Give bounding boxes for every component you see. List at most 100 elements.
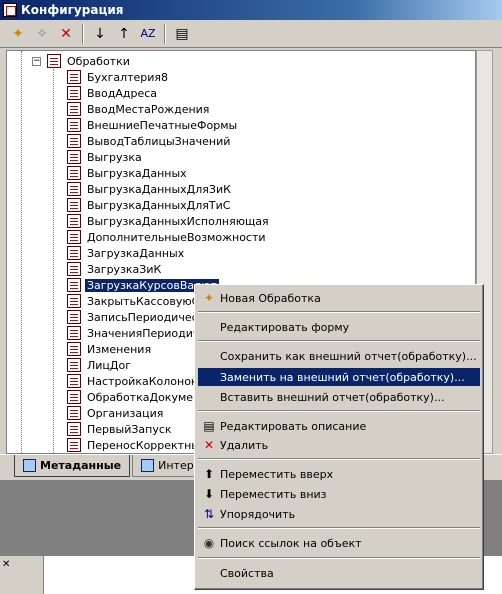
folder-icon <box>47 54 61 68</box>
menu-item[interactable]: ✦ Новая Обработка <box>198 289 480 307</box>
tree-node[interactable]: ВыгрузкаДанныхДляТиС <box>67 197 232 213</box>
menu-item[interactable]: ▤ Редактировать описание <box>198 417 480 435</box>
tree-guide <box>53 69 54 453</box>
processing-icon <box>67 374 81 388</box>
tree-node[interactable]: ВводМестаРождения <box>67 101 211 117</box>
tree-node-label: ВыгрузкаДанныхДляЗиК <box>87 182 231 196</box>
arrow-down-icon[interactable]: ↓ <box>90 24 110 44</box>
tree-node[interactable]: ДополнительныеВозможности <box>67 229 268 245</box>
app-icon <box>3 3 17 17</box>
tree-node[interactable]: ЗаписьПериодическ <box>67 309 206 325</box>
collapse-toggle[interactable]: − <box>32 57 41 66</box>
tree-node[interactable]: ОбработкаДокумент <box>67 389 209 405</box>
menu-separator <box>198 458 480 460</box>
menu-separator <box>198 527 480 529</box>
tree-node-label: ЗаписьПериодическ <box>87 310 205 324</box>
processing-icon <box>67 294 81 308</box>
menu-item-label: Переместить вверх <box>220 467 334 481</box>
tree-node[interactable]: ВыгрузкаДанных <box>67 165 189 181</box>
menu-item[interactable]: ⇅ Упорядочить <box>198 505 480 523</box>
processing-icon <box>67 422 81 436</box>
processing-icon <box>67 310 81 324</box>
menu-item-label: Удалить <box>220 438 269 452</box>
menu-separator <box>198 340 480 342</box>
menu-item-label: Переместить вниз <box>220 487 327 501</box>
arrow-up-icon: ⬆ <box>203 467 215 481</box>
tree-node[interactable]: Организация <box>67 405 165 421</box>
properties-icon[interactable]: ▤ <box>172 24 192 44</box>
tree-node-label: ВыгрузкаДанныхДляТиС <box>87 198 231 212</box>
menu-item[interactable]: Свойства <box>198 564 480 582</box>
context-menu: ✦ Новая Обработка Редактировать форму Сохра… <box>194 284 484 590</box>
tree-node-label: ВыгрузкаДанных <box>87 166 187 180</box>
menu-item[interactable]: ◉ Поиск ссылок на объект <box>198 534 480 552</box>
menu-item[interactable]: Вставить внешний отчет(обработку)... <box>198 388 480 406</box>
tree-node-label: ЗагрузкаЗиК <box>87 262 162 276</box>
tree-node[interactable]: ВыгрузкаДанныхИсполняющая <box>67 213 271 229</box>
menu-item[interactable]: ⬆ Переместить вверх <box>198 465 480 483</box>
tree-node-root[interactable]: Обработки <box>47 53 132 69</box>
processing-icon <box>67 246 81 260</box>
tree-node[interactable]: НастройкаКолонок <box>67 373 200 389</box>
toolbar-separator <box>164 23 166 44</box>
delete-icon[interactable]: ✕ <box>56 24 76 44</box>
processing-icon <box>67 102 81 116</box>
tree-node-label: ЗакрытьКассовуюСм <box>87 294 208 308</box>
tree-node-label: НастройкаКолонок <box>87 374 198 388</box>
menu-separator <box>198 557 480 559</box>
tree-node-label: ПереносКорректных <box>87 438 207 452</box>
close-icon[interactable]: ✕ <box>2 560 12 570</box>
menu-item[interactable]: ⬇ Переместить вниз <box>198 485 480 503</box>
sort-az-icon[interactable]: AZ <box>138 24 158 44</box>
menu-item-label: Поиск ссылок на объект <box>220 536 362 550</box>
processing-icon <box>67 230 81 244</box>
menu-item[interactable]: ✕ Удалить <box>198 436 480 454</box>
tree-node-label: ЛицДог <box>87 358 132 372</box>
menu-item-label: Вставить внешний отчет(обработку)... <box>220 390 445 404</box>
menu-item-label: Новая Обработка <box>220 291 321 305</box>
tree-node[interactable]: Бухгалтерия8 <box>67 69 170 85</box>
tree-node[interactable]: Выгрузка <box>67 149 144 165</box>
tree-node[interactable]: ВыгрузкаДанныхДляЗиК <box>67 181 233 197</box>
panel-side: ✕ <box>0 556 44 594</box>
arrow-down-icon: ⬇ <box>203 487 215 501</box>
tree-node[interactable]: ПервыйЗапуск <box>67 421 174 437</box>
menu-item[interactable]: Редактировать форму <box>198 318 480 336</box>
menu-item[interactable]: Заменить на внешний отчет(обработку)... <box>198 368 480 386</box>
tree-node-label: Выгрузка <box>87 150 142 164</box>
tree-node-label: ОбработкаДокумент <box>87 390 207 404</box>
tree-node[interactable]: ЗначенияПериодичес <box>67 325 214 341</box>
processing-icon <box>67 326 81 340</box>
tree-node[interactable]: ЗагрузкаЗиК <box>67 261 163 277</box>
wand-icon[interactable]: ✧ <box>32 24 52 44</box>
tree-node[interactable]: ЗакрытьКассовуюСм <box>67 293 210 309</box>
processing-icon <box>67 262 81 276</box>
tree-node[interactable]: ВводАдреса <box>67 85 159 101</box>
processing-icon <box>67 342 81 356</box>
tree-node[interactable]: ЛицДог <box>67 357 133 373</box>
tree-node-label: ДополнительныеВозможности <box>87 230 266 244</box>
tree-node[interactable]: ВыводТаблицыЗначений <box>67 133 232 149</box>
delete-icon: ✕ <box>203 438 215 452</box>
menu-item[interactable]: Сохранить как внешний отчет(обработку)..… <box>198 347 480 365</box>
arrow-up-icon[interactable]: ↑ <box>114 24 134 44</box>
processing-icon <box>67 118 81 132</box>
document-icon: ▤ <box>203 419 215 433</box>
processing-icon <box>67 214 81 228</box>
processing-icon <box>67 70 81 84</box>
tree-node[interactable]: ЗагрузкаДанных <box>67 245 186 261</box>
tree-node[interactable]: ВнешниеПечатныеФормы <box>67 117 239 133</box>
new-icon[interactable]: ✦ <box>8 24 28 44</box>
processing-icon <box>67 150 81 164</box>
tree-node-label: ВнешниеПечатныеФормы <box>87 118 238 132</box>
processing-icon <box>67 198 81 212</box>
processing-icon <box>67 278 81 292</box>
menu-separator <box>198 311 480 313</box>
tree-node[interactable]: Изменения <box>67 341 153 357</box>
tab-metadata[interactable]: Метаданные <box>14 455 131 477</box>
tree-node-label: Организация <box>87 406 164 420</box>
processing-icon <box>67 182 81 196</box>
processing-icon <box>67 406 81 420</box>
processing-icon <box>67 166 81 180</box>
tree-node[interactable]: ПереносКорректных <box>67 437 208 453</box>
